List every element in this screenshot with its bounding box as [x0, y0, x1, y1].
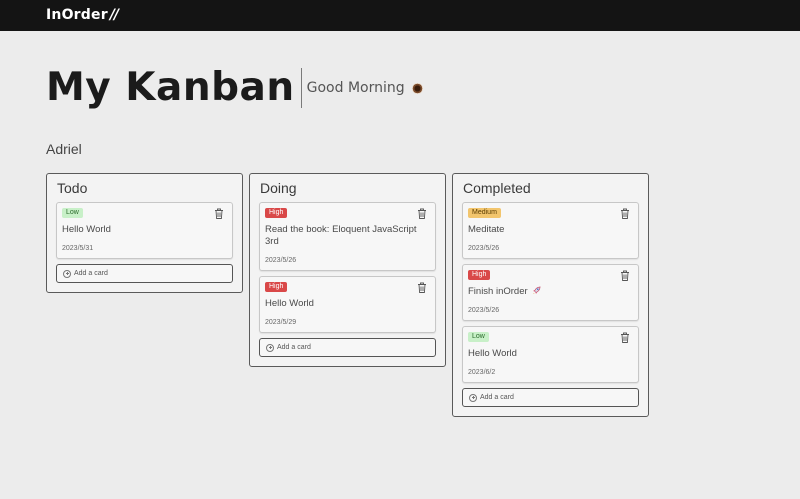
priority-badge: High: [468, 270, 491, 280]
task-card[interactable]: High Finish inOrder 2023/5/26: [462, 264, 639, 321]
coffee-icon: [411, 82, 423, 94]
priority-badge: Low: [62, 208, 83, 218]
plus-circle-icon: [63, 269, 71, 278]
trash-icon[interactable]: [620, 270, 630, 281]
priority-badge: Low: [468, 332, 489, 342]
add-card-button[interactable]: Add a card: [56, 264, 233, 283]
card-title: Hello World: [468, 348, 517, 359]
trash-icon[interactable]: [417, 282, 427, 293]
card-title: Read the book: Eloquent JavaScript 3rd: [265, 224, 417, 247]
page-header: My Kanban Good Morning: [46, 64, 423, 112]
rocket-icon: [532, 286, 541, 295]
card-title: Meditate: [468, 224, 505, 235]
add-card-button[interactable]: Add a card: [462, 388, 639, 407]
card-title-text: Finish inOrder: [468, 286, 528, 297]
greeting-text: Good Morning: [306, 80, 405, 96]
task-card[interactable]: Low Hello World 2023/6/2: [462, 326, 639, 383]
trash-icon[interactable]: [417, 208, 427, 219]
card-date: 2023/5/29: [265, 319, 297, 326]
trash-icon[interactable]: [620, 332, 630, 343]
logo-text: InOrder: [46, 7, 108, 23]
card-date: 2023/5/26: [468, 245, 500, 252]
card-title: Finish inOrder: [468, 286, 624, 298]
priority-badge: High: [265, 282, 288, 292]
card-date: 2023/6/2: [468, 369, 496, 376]
task-card[interactable]: High Read the book: Eloquent JavaScript …: [259, 202, 436, 271]
add-card-label: Add a card: [277, 344, 311, 351]
top-navbar: InOrder//: [0, 0, 800, 31]
plus-circle-icon: [469, 393, 477, 402]
priority-badge: Medium: [468, 208, 501, 218]
username: Adriel: [46, 141, 82, 157]
card-date: 2023/5/31: [62, 245, 94, 252]
task-card[interactable]: Medium Meditate 2023/5/26: [462, 202, 639, 259]
trash-icon[interactable]: [620, 208, 630, 219]
trash-icon[interactable]: [214, 208, 224, 219]
greeting: Good Morning: [307, 80, 423, 96]
card-date: 2023/5/26: [265, 257, 297, 264]
column-doing: Doing High Read the book: Eloquent JavaS…: [249, 173, 446, 367]
app-logo[interactable]: InOrder//: [46, 7, 119, 23]
add-card-label: Add a card: [480, 394, 514, 401]
task-card[interactable]: High Hello World 2023/5/29: [259, 276, 436, 333]
add-card-button[interactable]: Add a card: [259, 338, 436, 357]
plus-circle-icon: [266, 343, 274, 352]
card-date: 2023/5/26: [468, 307, 500, 314]
card-title: Hello World: [62, 224, 111, 235]
column-title: Completed: [463, 180, 531, 196]
task-card[interactable]: Low Hello World 2023/5/31: [56, 202, 233, 259]
add-card-label: Add a card: [74, 270, 108, 277]
logo-mark: //: [109, 7, 119, 23]
column-title: Todo: [57, 180, 88, 196]
page-title: My Kanban: [46, 65, 295, 110]
title-divider: [300, 68, 302, 108]
column-title: Doing: [260, 180, 297, 196]
column-completed: Completed Medium Meditate 2023/5/26 High…: [452, 173, 649, 417]
card-title: Hello World: [265, 298, 314, 309]
column-todo: Todo Low Hello World 2023/5/31 Add a car…: [46, 173, 243, 293]
priority-badge: High: [265, 208, 288, 218]
